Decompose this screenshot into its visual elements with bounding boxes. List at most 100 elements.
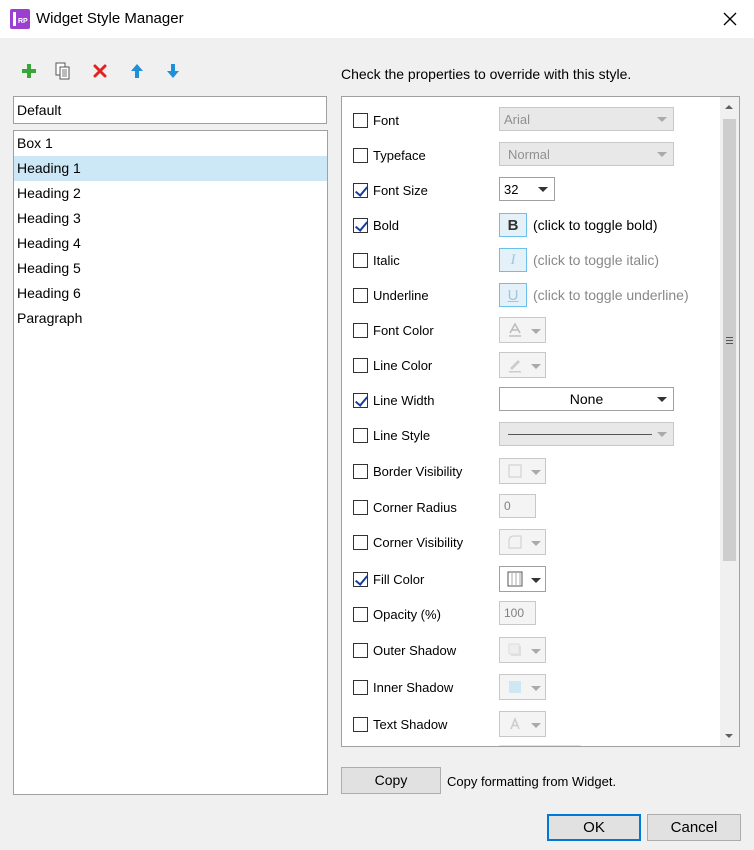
outer-shadow-icon: [508, 643, 521, 656]
italic-toggle[interactable]: I: [499, 248, 527, 272]
style-name-field[interactable]: Default: [13, 96, 327, 124]
outer-shadow-label: Outer Shadow: [373, 643, 457, 658]
scroll-down-icon[interactable]: [725, 734, 733, 738]
font-label: Font: [373, 113, 400, 128]
corner-radius-label: Corner Radius: [373, 500, 457, 515]
line-color-checkbox[interactable]: [353, 358, 368, 373]
property-line-style: Line Style: [342, 421, 720, 451]
outer-shadow-picker[interactable]: [499, 637, 546, 663]
delete-icon: [93, 64, 107, 78]
app-logo-icon: RP: [10, 9, 30, 29]
font-size-value: 32: [504, 182, 519, 197]
property-outer-shadow: Outer Shadow: [342, 636, 720, 666]
line-style-label: Line Style: [373, 428, 431, 443]
line-style-checkbox[interactable]: [353, 428, 368, 443]
property-text-shadow: Text Shadow: [342, 710, 720, 740]
pencil-icon: [509, 360, 521, 373]
underline-toggle[interactable]: U: [499, 283, 527, 307]
copy-button[interactable]: Copy: [341, 767, 441, 794]
property-border-visibility: Border Visibility: [342, 457, 720, 487]
font-checkbox[interactable]: [353, 113, 368, 128]
arrow-down-icon: [167, 64, 179, 78]
font-size-select[interactable]: 32: [499, 177, 555, 201]
style-list-item[interactable]: Heading 3: [14, 206, 327, 231]
font-size-checkbox[interactable]: [353, 183, 368, 198]
border-visibility-picker[interactable]: [499, 458, 546, 484]
font-color-picker[interactable]: [499, 317, 546, 343]
style-list-item[interactable]: Heading 5: [14, 256, 327, 281]
line-width-select[interactable]: None: [499, 387, 674, 411]
line-width-label: Line Width: [373, 393, 435, 408]
delete-style-button[interactable]: [87, 58, 113, 84]
typeface-select[interactable]: Normal: [499, 142, 674, 166]
border-visibility-checkbox[interactable]: [353, 464, 368, 479]
solid-line-icon: [508, 434, 652, 435]
inner-shadow-checkbox[interactable]: [353, 680, 368, 695]
property-inner-shadow: Inner Shadow: [342, 673, 720, 703]
corner-radius-input[interactable]: 0: [499, 494, 536, 518]
underline-checkbox[interactable]: [353, 288, 368, 303]
fill-color-picker[interactable]: [499, 566, 546, 592]
style-list-item[interactable]: Paragraph: [14, 306, 327, 331]
outer-shadow-checkbox[interactable]: [353, 643, 368, 658]
duplicate-style-button[interactable]: [50, 58, 76, 84]
typeface-checkbox[interactable]: [353, 148, 368, 163]
fill-color-label: Fill Color: [373, 572, 425, 587]
ok-button[interactable]: OK: [547, 814, 641, 841]
inner-shadow-picker[interactable]: [499, 674, 546, 700]
font-select[interactable]: Arial: [499, 107, 674, 131]
style-list-item-selected[interactable]: Heading 1: [14, 156, 327, 181]
scrollbar-thumb[interactable]: [723, 119, 736, 561]
fill-color-icon: [507, 571, 523, 587]
properties-scrollbar[interactable]: [720, 97, 739, 746]
style-list-item[interactable]: Box 1: [14, 131, 327, 156]
property-typeface: Typeface Normal: [342, 141, 720, 171]
cancel-button[interactable]: Cancel: [647, 814, 741, 841]
title-bar: RP Widget Style Manager: [0, 0, 754, 38]
plus-icon: [22, 64, 36, 78]
opacity-checkbox[interactable]: [353, 607, 368, 622]
style-list: Box 1 Heading 1 Heading 2 Heading 3 Head…: [13, 130, 328, 795]
fill-color-checkbox[interactable]: [353, 572, 368, 587]
scroll-up-icon[interactable]: [725, 105, 733, 109]
text-shadow-checkbox[interactable]: [353, 717, 368, 732]
duplicate-icon: [55, 62, 70, 80]
underline-icon: U: [507, 286, 519, 304]
style-list-item[interactable]: Heading 6: [14, 281, 327, 306]
inner-shadow-label: Inner Shadow: [373, 680, 454, 695]
style-list-item[interactable]: Heading 2: [14, 181, 327, 206]
move-up-button[interactable]: [124, 58, 150, 84]
line-color-label: Line Color: [373, 358, 433, 373]
opacity-input[interactable]: 100: [499, 601, 536, 625]
corner-visibility-checkbox[interactable]: [353, 535, 368, 550]
property-line-color: Line Color: [342, 351, 720, 381]
line-width-checkbox[interactable]: [353, 393, 368, 408]
text-shadow-picker[interactable]: [499, 711, 546, 737]
bold-toggle[interactable]: B: [499, 213, 527, 237]
close-button[interactable]: [712, 4, 748, 34]
chevron-down-icon: [531, 686, 541, 691]
property-font: Font Arial: [342, 106, 720, 136]
property-corner-visibility: Corner Visibility: [342, 528, 720, 558]
style-list-item[interactable]: Heading 4: [14, 231, 327, 256]
instructions-text: Check the properties to override with th…: [341, 66, 632, 82]
bold-icon: B: [507, 216, 519, 234]
font-size-label: Font Size: [373, 183, 428, 198]
close-icon: [723, 12, 737, 26]
chevron-down-icon: [538, 187, 548, 192]
line-style-select[interactable]: [499, 422, 674, 446]
line-color-picker[interactable]: [499, 352, 546, 378]
italic-checkbox[interactable]: [353, 253, 368, 268]
arrow-up-icon: [131, 64, 143, 78]
move-down-button[interactable]: [160, 58, 186, 84]
clipped-row-control: [499, 745, 581, 746]
bold-checkbox[interactable]: [353, 218, 368, 233]
corner-radius-checkbox[interactable]: [353, 500, 368, 515]
window-title: Widget Style Manager: [36, 10, 184, 27]
font-color-checkbox[interactable]: [353, 323, 368, 338]
property-fill-color: Fill Color: [342, 565, 720, 595]
chevron-down-icon: [531, 470, 541, 475]
border-icon: [508, 464, 522, 478]
add-style-button[interactable]: [16, 58, 42, 84]
corner-visibility-picker[interactable]: [499, 529, 546, 555]
